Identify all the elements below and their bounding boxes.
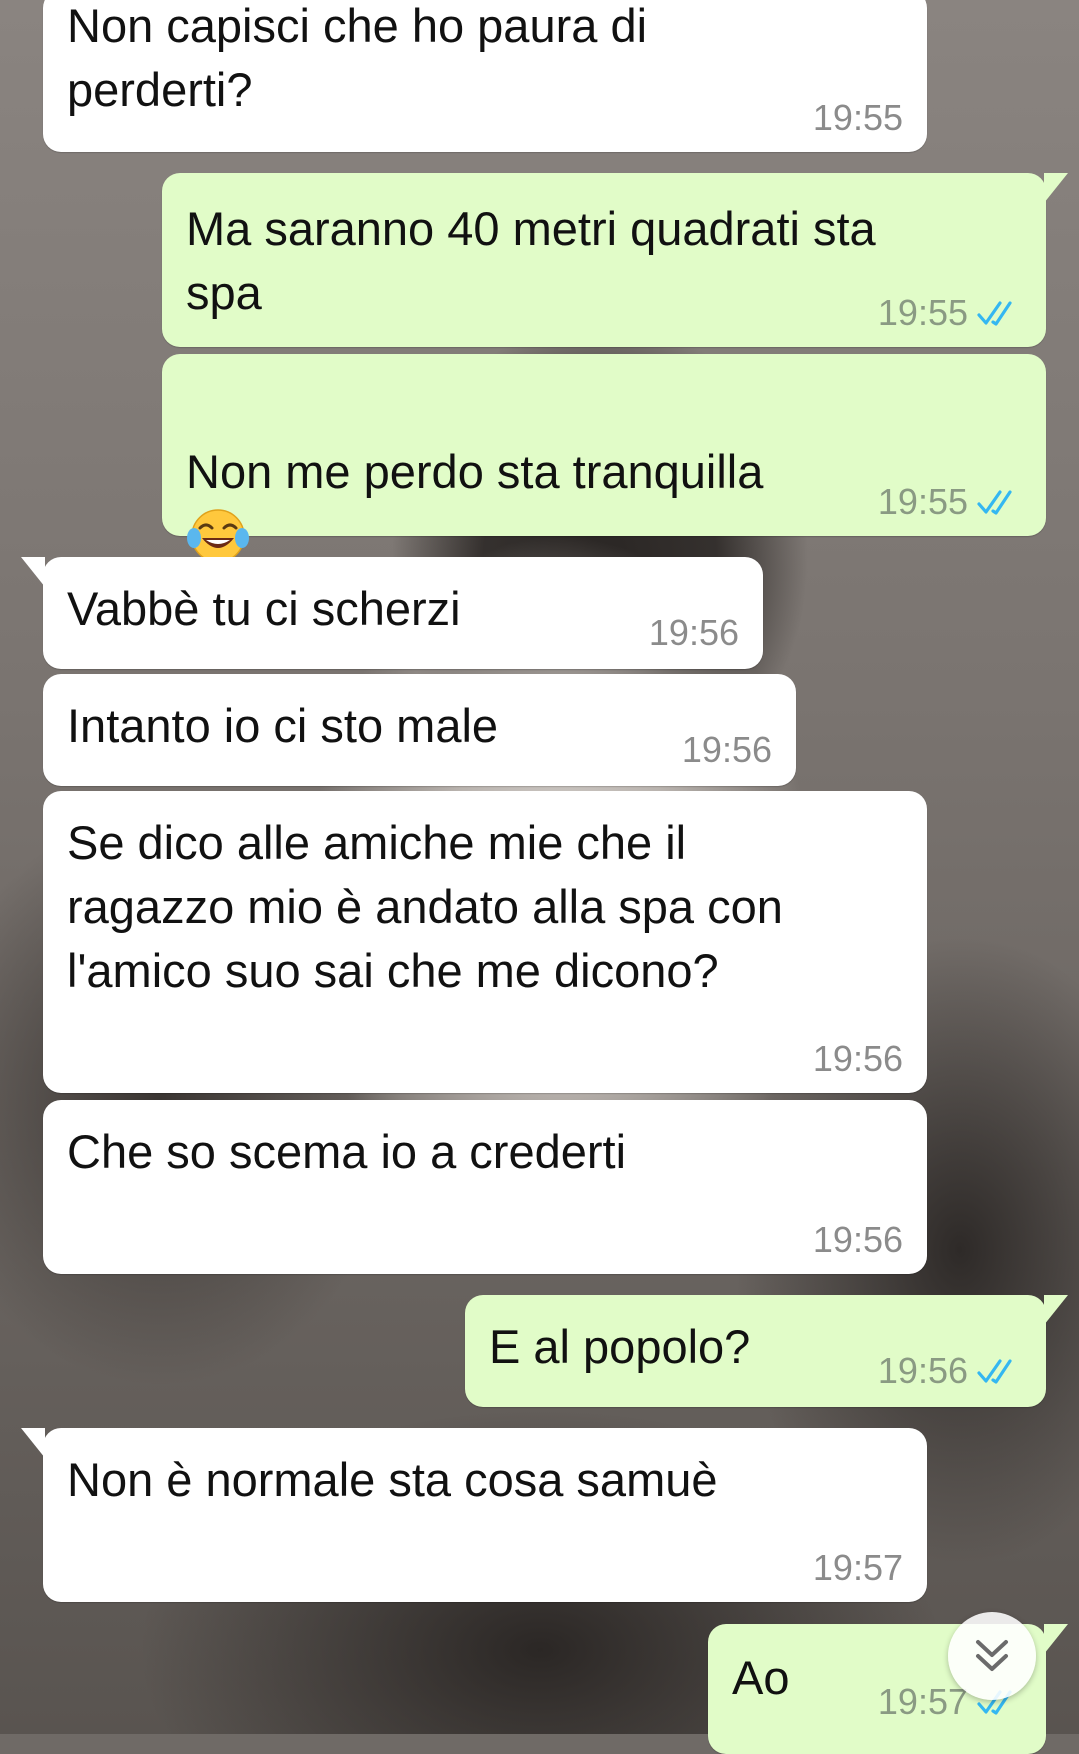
message-time: 19:56 xyxy=(648,612,739,653)
message-time: 19:55 xyxy=(812,97,903,138)
outgoing-message[interactable]: Non me perdo sta tranquilla 19:55 xyxy=(162,354,1046,563)
message-meta: 19:55 xyxy=(813,98,903,138)
message-time: 19:56 xyxy=(812,1038,903,1079)
message-meta: 19:56 xyxy=(649,613,739,653)
message-time: 19:56 xyxy=(812,1219,903,1260)
message-time: 19:55 xyxy=(877,292,968,333)
double-chevron-down-icon xyxy=(976,1640,1008,1671)
message-text: Non è normale sta cosa samuè xyxy=(67,1453,718,1506)
message-meta: 19:57 xyxy=(813,1548,903,1588)
message-meta: 19:55 xyxy=(878,482,1022,522)
message-text: E al popolo? xyxy=(489,1320,751,1373)
message-text: Vabbè tu ci scherzi xyxy=(67,582,461,635)
message-text: Ao xyxy=(732,1651,790,1704)
message-text: Ma saranno 40 metri quadrati sta spa xyxy=(186,202,876,319)
read-double-check-icon xyxy=(977,490,1012,515)
incoming-message[interactable]: Non è normale sta cosa samuè 19:57 xyxy=(21,1428,927,1602)
message-meta: 19:56 xyxy=(813,1220,903,1260)
incoming-message[interactable]: Non capisci che ho paura di perderti? 19… xyxy=(43,0,927,152)
read-double-check-icon xyxy=(977,1359,1012,1384)
message-text: Se dico alle amiche mie che il ragazzo m… xyxy=(67,816,783,997)
incoming-message[interactable]: Se dico alle amiche mie che il ragazzo m… xyxy=(43,791,927,1093)
message-time: 19:57 xyxy=(812,1547,903,1588)
message-time: 19:56 xyxy=(681,729,772,770)
message-meta: 19:55 xyxy=(878,293,1022,333)
message-meta: 19:56 xyxy=(682,730,772,770)
message-text-row: Non me perdo sta tranquilla xyxy=(186,376,763,572)
read-double-check-icon xyxy=(977,301,1012,326)
message-time: 19:55 xyxy=(877,481,968,522)
message-time: 19:56 xyxy=(877,1350,968,1391)
message-text: Non capisci che ho paura di perderti? xyxy=(67,0,648,116)
incoming-message[interactable]: Intanto io ci sto male 19:56 xyxy=(43,674,796,786)
scroll-to-bottom-button[interactable] xyxy=(948,1612,1036,1700)
message-text: Non me perdo sta tranquilla xyxy=(186,445,764,498)
message-time: 19:57 xyxy=(877,1681,968,1722)
message-text: Intanto io ci sto male xyxy=(67,699,499,752)
outgoing-message[interactable]: E al popolo? 19:56 xyxy=(465,1295,1068,1407)
message-meta: 19:56 xyxy=(878,1351,1022,1391)
incoming-message[interactable]: Vabbè tu ci scherzi 19:56 xyxy=(21,557,763,669)
incoming-message[interactable]: Che so scema io a crederti 19:56 xyxy=(43,1100,927,1274)
message-text: Che so scema io a crederti xyxy=(67,1125,627,1178)
message-meta: 19:56 xyxy=(813,1039,903,1079)
outgoing-message[interactable]: Ma saranno 40 metri quadrati sta spa 19:… xyxy=(162,173,1068,347)
